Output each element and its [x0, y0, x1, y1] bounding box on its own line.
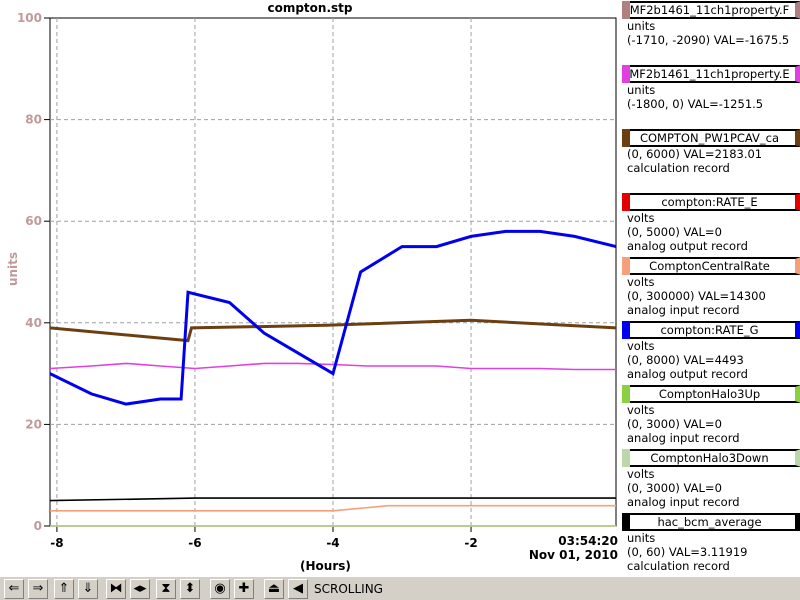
legend-color-swatch — [622, 1, 630, 19]
legend-entry[interactable]: MF2b1461_11ch1property.F units (-1710, -20… — [621, 0, 800, 64]
zoom-out-x-button[interactable]: ◂▸ — [130, 579, 150, 599]
x-tick-label: -8 — [50, 536, 63, 550]
reset-icon: ✚ — [238, 581, 250, 596]
legend-info-line1: volts — [627, 467, 655, 481]
pan-down-icon: ⇓ — [82, 581, 94, 596]
legend-color-swatch — [622, 193, 630, 211]
legend-entry[interactable]: hac_bcm_average units (0, 60) VAL=3.11919 c… — [621, 512, 800, 576]
legend-entry[interactable]: compton:RATE_E volts (0, 5000) VAL=0 analog… — [621, 192, 800, 256]
pan-up-icon: ⇑ — [58, 581, 70, 596]
legend-info-line2: calculation record — [627, 161, 730, 175]
legend-entry[interactable]: ComptonCentralRate volts (0, 300000) VAL=1… — [621, 256, 800, 320]
legend-color-swatch — [622, 449, 630, 467]
y-tick-label: 0 — [34, 519, 42, 533]
legend-info-line3: analog input record — [627, 431, 740, 445]
legend-series-name: ComptonHalo3Down — [622, 449, 800, 467]
legend-info-line3: analog input record — [627, 495, 740, 509]
toolbar: SCROLLING ⇐ ⇒ ⇑ ⇓ ⧓ ◂▸ ⧗ ⬍ ◉ ✚ ⏏ ◀ — [0, 576, 800, 600]
legend-info-line1: volts — [627, 275, 655, 289]
legend-info-line2: (0, 3000) VAL=0 — [627, 417, 722, 431]
x-tick-label: -2 — [464, 536, 477, 550]
legend-info-line1: units — [627, 83, 656, 97]
legend-info-line1: units — [627, 531, 656, 545]
legend-entry[interactable]: ComptonHalo3Down volts (0, 3000) VAL=0 anal… — [621, 448, 800, 512]
pan-right-button[interactable]: ⇒ — [28, 579, 48, 599]
undo-icon: ◀ — [293, 581, 303, 596]
zoom-in-x-icon: ⧓ — [109, 581, 123, 596]
x-axis-label: (Hours) — [300, 559, 351, 573]
end-time-label: 03:54:20 Nov 01, 2010 — [520, 534, 618, 562]
legend-info-line2: (-1800, 0) VAL=-1251.5 — [627, 97, 764, 111]
legend-info-line1: volts — [627, 211, 655, 225]
zoom-in-x-button[interactable]: ⧓ — [106, 579, 126, 599]
legend-info-line1: volts — [627, 403, 655, 417]
legend-color-swatch — [622, 65, 630, 83]
zoom-out-y-button[interactable]: ⬍ — [180, 579, 200, 599]
toggle-scrolling-button[interactable]: ⏏ — [264, 579, 284, 599]
legend-series-name: MF2b1461_11ch1property.F — [622, 1, 800, 19]
legend-color-swatch — [622, 385, 630, 403]
legend-series-name: hac_bcm_average — [622, 513, 800, 531]
legend-color-swatch — [622, 257, 630, 275]
scrolling-status: SCROLLING — [314, 582, 383, 596]
legend-info-line2: (0, 3000) VAL=0 — [627, 481, 722, 495]
legend-entry[interactable]: ComptonHalo3Up volts (0, 3000) VAL=0 analog… — [621, 384, 800, 448]
legend: MF2b1461_11ch1property.F units (-1710, -20… — [621, 0, 800, 576]
legend-series-name: MF2b1461_11ch1property.E — [622, 65, 800, 83]
legend-series-name: ComptonCentralRate — [622, 257, 800, 275]
end-time: 03:54:20 — [558, 534, 618, 548]
y-tick-label: 60 — [25, 214, 42, 228]
legend-series-name: compton:RATE_E — [622, 193, 800, 211]
legend-info-line3: analog input record — [627, 303, 740, 317]
legend-color-swatch — [622, 513, 630, 531]
y-tick-label: 20 — [25, 417, 42, 431]
end-date: Nov 01, 2010 — [528, 548, 618, 562]
pan-up-button[interactable]: ⇑ — [54, 579, 74, 599]
strip-chart[interactable]: 0 20 40 60 80 100 -8 -6 -4 -2 — [0, 0, 620, 576]
legend-info-line2: (0, 8000) VAL=4493 — [627, 353, 744, 367]
legend-info-line2: (0, 5000) VAL=0 — [627, 225, 722, 239]
pan-right-icon: ⇒ — [32, 581, 44, 596]
pan-left-button[interactable]: ⇐ — [4, 579, 24, 599]
legend-series-name: ComptonHalo3Up — [622, 385, 800, 403]
legend-info-line1: units — [627, 19, 656, 33]
undo-button[interactable]: ◀ — [288, 579, 308, 599]
pan-left-icon: ⇐ — [8, 581, 20, 596]
legend-info-line2: (0, 60) VAL=3.11919 — [627, 545, 748, 559]
legend-info-line3: analog output record — [627, 239, 748, 253]
legend-series-name: COMPTON_PW1PCAV_ca — [622, 129, 800, 147]
x-tick-label: -4 — [326, 536, 339, 550]
legend-info-line3: analog output record — [627, 367, 748, 381]
legend-entry[interactable]: compton:RATE_G volts (0, 8000) VAL=4493 ana… — [621, 320, 800, 384]
legend-info-line2: (-1710, -2090) VAL=-1675.5 — [627, 33, 790, 47]
toggle-scrolling-icon: ⏏ — [267, 581, 281, 596]
y-tick-label: 80 — [25, 113, 42, 127]
autoscale-button[interactable]: ◉ — [210, 579, 230, 599]
legend-info-line2: (0, 300000) VAL=14300 — [627, 289, 766, 303]
reset-button[interactable]: ✚ — [234, 579, 254, 599]
zoom-out-x-icon: ◂▸ — [133, 581, 147, 596]
zoom-in-y-icon: ⧗ — [161, 581, 171, 596]
legend-series-name: compton:RATE_G — [622, 321, 800, 339]
legend-color-swatch — [622, 129, 630, 147]
autoscale-icon: ◉ — [214, 581, 226, 596]
legend-entry[interactable]: MF2b1461_11ch1property.E units (-1800, 0) … — [621, 64, 800, 128]
legend-color-swatch — [622, 321, 630, 339]
legend-info-line1: volts — [627, 339, 655, 353]
zoom-in-y-button[interactable]: ⧗ — [156, 579, 176, 599]
y-tick-label: 100 — [17, 11, 42, 25]
pan-down-button[interactable]: ⇓ — [78, 579, 98, 599]
y-tick-label: 40 — [25, 316, 42, 330]
legend-info-line3: calculation record — [627, 559, 730, 573]
legend-entry[interactable]: COMPTON_PW1PCAV_ca (0, 6000) VAL=2183.01 c… — [621, 128, 800, 192]
zoom-out-y-icon: ⬍ — [184, 581, 196, 596]
x-tick-label: -6 — [188, 536, 201, 550]
legend-info-line1: (0, 6000) VAL=2183.01 — [627, 147, 763, 161]
